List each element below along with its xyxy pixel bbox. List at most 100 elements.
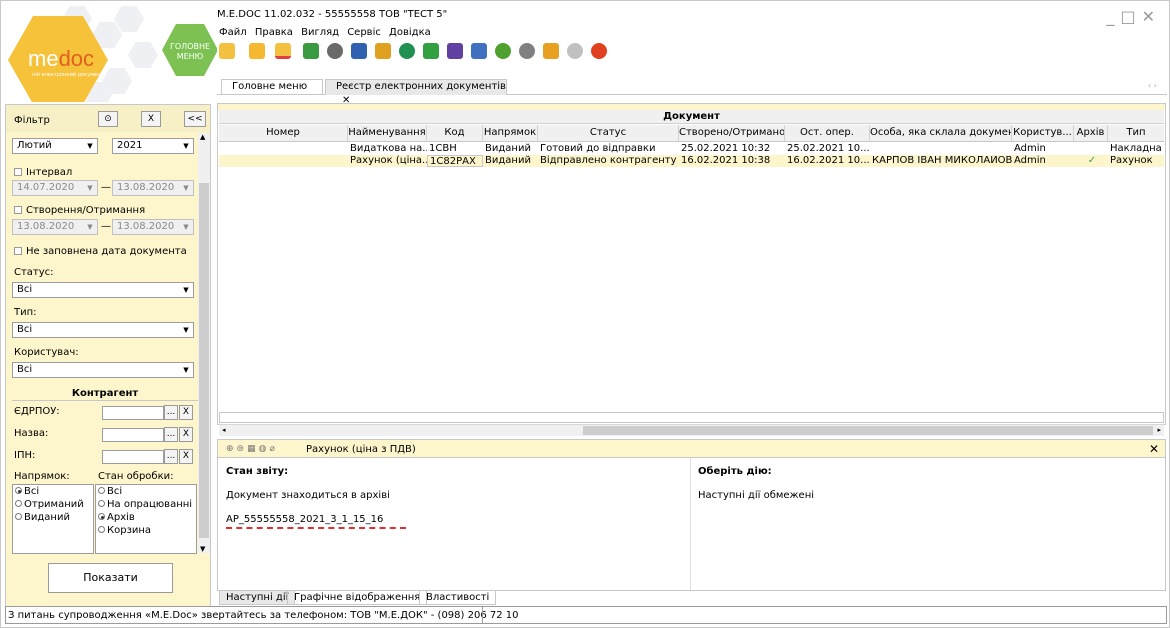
menu-file[interactable]: Файл xyxy=(219,27,247,38)
column-header-type[interactable]: Тип xyxy=(1108,125,1164,142)
processing-option-in-progress[interactable]: На опрацюванні xyxy=(96,498,196,511)
edrpou-input[interactable] xyxy=(102,406,164,420)
ipn-input[interactable] xyxy=(102,450,164,464)
column-header-status[interactable]: Статус xyxy=(538,125,679,142)
month-value: Лютий xyxy=(17,140,52,151)
share-icon[interactable] xyxy=(447,43,463,59)
chevron-down-icon: ▼ xyxy=(183,326,189,334)
close-icon[interactable]: ✕ xyxy=(1149,442,1159,456)
name-input[interactable] xyxy=(102,428,164,442)
show-button[interactable]: Показати xyxy=(48,563,173,593)
actions-column: Оберіть дію: Наступні дії обмежені xyxy=(698,458,1158,590)
scrollbar-thumb[interactable] xyxy=(199,183,209,538)
column-header-direction[interactable]: Напрямок xyxy=(483,125,538,142)
menu-edit[interactable]: Правка xyxy=(255,27,293,38)
refresh-button[interactable]: ⊙ xyxy=(98,111,118,127)
new-folder-icon[interactable] xyxy=(219,43,235,59)
processing-option-all[interactable]: Всі xyxy=(96,485,196,498)
created-to-field[interactable]: 13.08.2020 ▼ xyxy=(112,219,194,235)
archive-name-link[interactable]: AP_55555558_2021_3_1_15_16 xyxy=(226,514,383,525)
chat-icon[interactable] xyxy=(567,43,583,59)
status-text: З питань супроводження «M.E.Doc» звертай… xyxy=(8,610,519,621)
collapse-panel-button[interactable]: << xyxy=(184,111,206,127)
created-from-value: 13.08.2020 xyxy=(17,221,75,232)
tab-graphic-view[interactable]: Графічне відображення xyxy=(287,591,428,605)
interval-to-value: 13.08.2020 xyxy=(117,182,175,193)
table-row-selected[interactable]: Рахунок (ціна... 1С82РАХ Виданий Відправ… xyxy=(219,155,1164,167)
status-select[interactable]: Всі ▼ xyxy=(12,282,194,298)
print-icon[interactable] xyxy=(351,43,367,59)
tab-scroll-icon[interactable]: ‹ › xyxy=(1148,81,1157,90)
year-select[interactable]: 2021 ▼ xyxy=(112,138,194,154)
send-icon[interactable] xyxy=(423,43,439,59)
column-header-number[interactable]: Номер xyxy=(219,125,348,142)
ipn-browse-button[interactable]: ... xyxy=(164,449,178,464)
interval-to-field[interactable]: 13.08.2020 ▼ xyxy=(112,180,194,196)
column-header-last-op[interactable]: Ост. опер. xyxy=(785,125,870,142)
type-select[interactable]: Всі ▼ xyxy=(12,322,194,338)
table-row[interactable]: Видаткова на... 1СВН Виданий Готовий до … xyxy=(219,143,1164,155)
minimize-icon[interactable]: _ xyxy=(1106,7,1120,26)
refresh-icon[interactable] xyxy=(495,43,511,59)
open-folder-icon[interactable] xyxy=(249,43,265,59)
name-clear-button[interactable]: X xyxy=(179,427,193,442)
empty-date-label: Не заповнена дата документа xyxy=(26,246,187,257)
radio-icon xyxy=(15,487,22,494)
menu-help[interactable]: Довідка xyxy=(389,27,431,38)
tab-next-actions[interactable]: Наступні дії xyxy=(219,591,296,605)
package-icon[interactable] xyxy=(375,43,391,59)
processing-option-archive[interactable]: Архів xyxy=(96,511,196,524)
created-from-field[interactable]: 13.08.2020 ▼ xyxy=(12,219,98,235)
created-checkbox[interactable]: Створення/Отримання xyxy=(14,205,145,216)
direction-option-all[interactable]: Всі xyxy=(13,485,93,498)
menu-view[interactable]: Вигляд xyxy=(301,27,339,38)
clear-filter-button[interactable]: X xyxy=(141,111,161,127)
grid-horizontal-scrollbar[interactable]: ◂ ▸ xyxy=(219,424,1164,436)
message-icon[interactable] xyxy=(591,43,607,59)
column-header-created[interactable]: Створено/Отримано xyxy=(679,125,785,142)
close-icon[interactable]: ✕ xyxy=(1142,7,1161,26)
filter-scrollbar[interactable]: ▲ ▼ xyxy=(198,133,210,553)
processing-option-trash[interactable]: Корзина xyxy=(96,524,196,537)
help-icon[interactable] xyxy=(543,43,559,59)
name-browse-button[interactable]: ... xyxy=(164,427,178,442)
interval-checkbox[interactable]: Інтервал xyxy=(14,167,72,178)
empty-date-checkbox[interactable]: Не заповнена дата документа xyxy=(14,246,187,257)
tab-main-menu[interactable]: Головне меню xyxy=(221,79,323,95)
details-toolbar-icons[interactable]: ⊕⊜▦◍⌀ xyxy=(226,444,278,454)
column-header-author[interactable]: Особа, яка склала документ xyxy=(870,125,1012,142)
radio-icon xyxy=(98,526,105,533)
column-header-code[interactable]: Код xyxy=(427,125,483,142)
interval-from-field[interactable]: 14.07.2020 ▼ xyxy=(12,180,98,196)
status-divider xyxy=(482,607,483,623)
edrpou-clear-button[interactable]: X xyxy=(179,405,193,420)
search-icon[interactable] xyxy=(399,43,415,59)
settings-icon[interactable] xyxy=(327,43,343,59)
cell-number xyxy=(219,143,348,155)
scrollbar-thumb[interactable] xyxy=(583,426,1153,435)
user-select[interactable]: Всі ▼ xyxy=(12,362,194,378)
created-dash: — xyxy=(101,221,111,232)
direction-option-received[interactable]: Отриманий xyxy=(13,498,93,511)
maximize-icon[interactable]: □ xyxy=(1120,7,1141,26)
cell-status: Готовий до відправки xyxy=(540,143,656,154)
menu-service[interactable]: Сервіс xyxy=(347,27,381,38)
column-header-user[interactable]: Користув... xyxy=(1012,125,1074,142)
radio-icon xyxy=(98,500,105,507)
tab-properties[interactable]: Властивості xyxy=(419,591,497,605)
calendar-icon[interactable] xyxy=(471,43,487,59)
scroll-left-icon: ◂ xyxy=(222,426,226,434)
month-select[interactable]: Лютий ▼ xyxy=(12,138,98,154)
ipn-clear-button[interactable]: X xyxy=(179,449,193,464)
edrpou-browse-button[interactable]: ... xyxy=(164,405,178,420)
document-icon[interactable] xyxy=(303,43,319,59)
home-menu-button[interactable]: ГОЛОВНЕ МЕНЮ xyxy=(162,24,217,76)
delete-folder-icon[interactable] xyxy=(275,43,291,59)
filter-header: Фільтр ⊙ X << xyxy=(6,105,210,132)
tab-document-registry[interactable]: Реєстр електронних документів ✕ xyxy=(325,79,507,106)
column-header-archive[interactable]: Архів xyxy=(1074,125,1108,142)
type-label: Тип: xyxy=(14,307,37,318)
gear-icon[interactable] xyxy=(519,43,535,59)
column-header-name[interactable]: Найменування xyxy=(348,125,427,142)
direction-option-issued[interactable]: Виданий xyxy=(13,511,93,524)
